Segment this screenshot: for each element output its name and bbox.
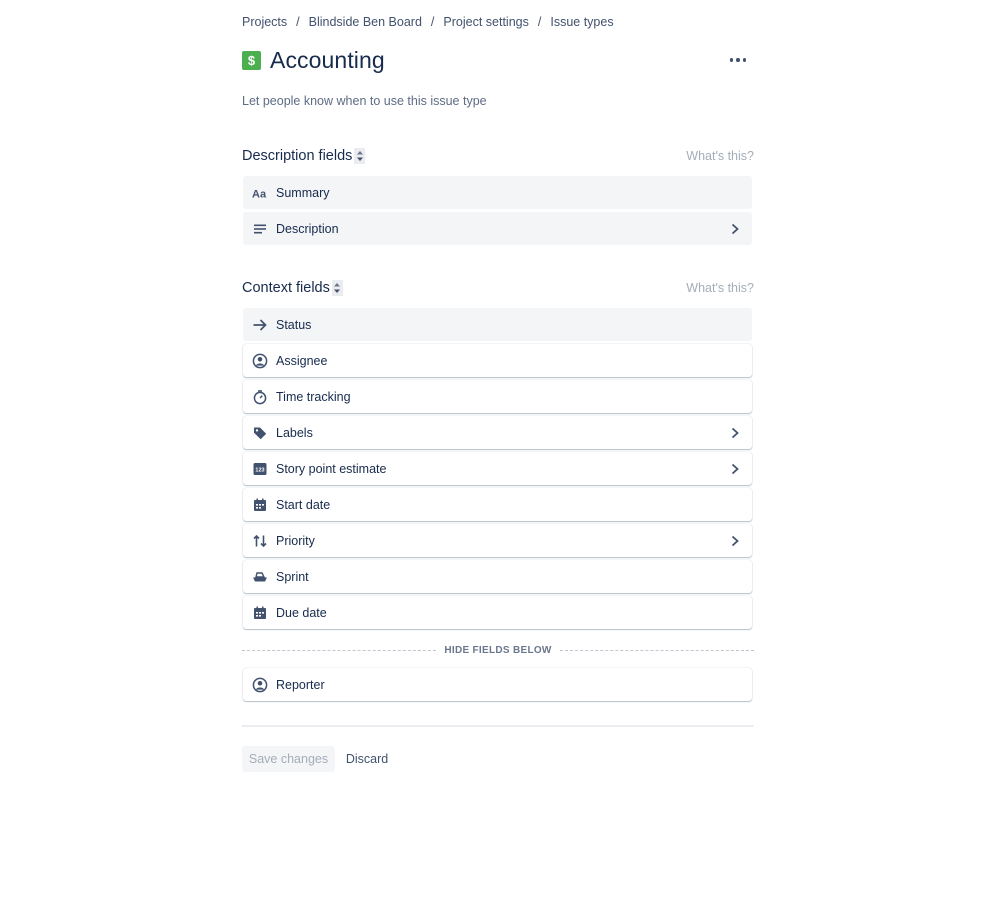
text-format-icon: Aa: [252, 185, 268, 201]
breadcrumb: Projects / Blindside Ben Board / Project…: [242, 15, 614, 29]
person-circle-icon: [252, 353, 268, 369]
calendar-icon: [252, 605, 268, 621]
issue-type-description[interactable]: Let people know when to use this issue t…: [242, 94, 487, 108]
dollar-icon[interactable]: $: [242, 50, 261, 70]
hide-fields-divider: HIDE FIELDS BELOW: [242, 643, 755, 657]
field-label: Status: [276, 317, 312, 332]
field-label: Priority: [276, 533, 315, 548]
chevron-right-icon[interactable]: [728, 426, 742, 440]
discard-button[interactable]: Discard: [339, 746, 395, 772]
field-row-description[interactable]: Description: [243, 212, 752, 245]
page-header: $ Accounting: [242, 46, 754, 74]
field-label: Description: [276, 221, 339, 236]
dollar-icon-glyph: $: [247, 52, 256, 68]
field-label: Due date: [276, 605, 327, 620]
divider-line: [242, 649, 437, 651]
more-dot-icon: [729, 58, 734, 62]
field-row-due-date[interactable]: Due date: [243, 596, 752, 629]
more-dot-icon: [742, 58, 747, 62]
context-fields-list: Status Assignee Time tracking Labels 123 Stor…: [243, 308, 752, 632]
hidden-fields-list: Reporter: [243, 668, 752, 704]
whats-this-link[interactable]: What's this?: [686, 149, 754, 163]
field-label: Sprint: [276, 569, 309, 584]
breadcrumb-project[interactable]: Blindside Ben Board: [309, 15, 422, 29]
field-row-story-point-estimate[interactable]: 123 Story point estimate: [243, 452, 752, 485]
page-title[interactable]: Accounting: [270, 47, 385, 74]
field-label: Start date: [276, 497, 331, 512]
breadcrumb-separator: /: [296, 15, 300, 29]
divider-line: [559, 649, 755, 651]
person-circle-icon: [252, 677, 268, 693]
field-label: Labels: [276, 425, 313, 440]
breadcrumb-issue-types[interactable]: Issue types: [550, 15, 613, 29]
breadcrumb-projects[interactable]: Projects: [242, 15, 287, 29]
field-row-time-tracking[interactable]: Time tracking: [243, 380, 752, 413]
field-label: Story point estimate: [276, 461, 387, 476]
field-row-assignee[interactable]: Assignee: [243, 344, 752, 377]
svg-text:123: 123: [255, 467, 264, 473]
field-row-reporter[interactable]: Reporter: [243, 668, 752, 701]
field-row-start-date[interactable]: Start date: [243, 488, 752, 521]
breadcrumb-separator: /: [537, 15, 542, 29]
field-row-summary[interactable]: Aa Summary: [243, 176, 752, 209]
context-fields-header: Context fields What's this?: [242, 277, 754, 299]
number-123-icon: 123: [252, 461, 268, 477]
sort-arrows-icon: [252, 533, 268, 549]
stopwatch-icon: [252, 389, 268, 405]
more-actions-button[interactable]: [728, 50, 748, 70]
sort-toggle-icon[interactable]: [354, 148, 366, 164]
hide-fields-label: HIDE FIELDS BELOW: [444, 644, 552, 656]
breadcrumb-separator: /: [430, 15, 435, 29]
chevron-right-icon[interactable]: [728, 222, 742, 236]
field-label: Reporter: [276, 677, 325, 692]
whats-this-link[interactable]: What's this?: [686, 281, 754, 295]
arrow-right-icon: [252, 317, 268, 333]
description-fields-header: Description fields What's this?: [242, 145, 754, 167]
breadcrumb-project-settings[interactable]: Project settings: [443, 15, 528, 29]
svg-text:Aa: Aa: [252, 188, 267, 200]
field-label: Time tracking: [276, 389, 351, 404]
field-row-status[interactable]: Status: [243, 308, 752, 341]
context-fields-title: Context fields: [242, 280, 330, 296]
field-row-priority[interactable]: Priority: [243, 524, 752, 557]
calendar-icon: [252, 497, 268, 513]
field-label: Assignee: [276, 353, 328, 368]
description-fields-list: Aa Summary Description: [243, 176, 752, 248]
description-fields-title: Description fields: [242, 148, 353, 164]
boat-icon: [252, 569, 268, 585]
tag-icon: [252, 425, 268, 441]
field-row-labels[interactable]: Labels: [243, 416, 752, 449]
paragraph-lines-icon: [252, 221, 268, 237]
field-row-sprint[interactable]: Sprint: [243, 560, 752, 593]
footer-divider: [242, 725, 754, 727]
save-changes-button[interactable]: Save changes: [242, 746, 335, 772]
chevron-right-icon[interactable]: [728, 462, 742, 476]
sort-toggle-icon[interactable]: [331, 280, 343, 296]
more-dot-icon: [736, 58, 740, 62]
chevron-right-icon[interactable]: [728, 534, 742, 548]
field-label: Summary: [276, 185, 330, 200]
